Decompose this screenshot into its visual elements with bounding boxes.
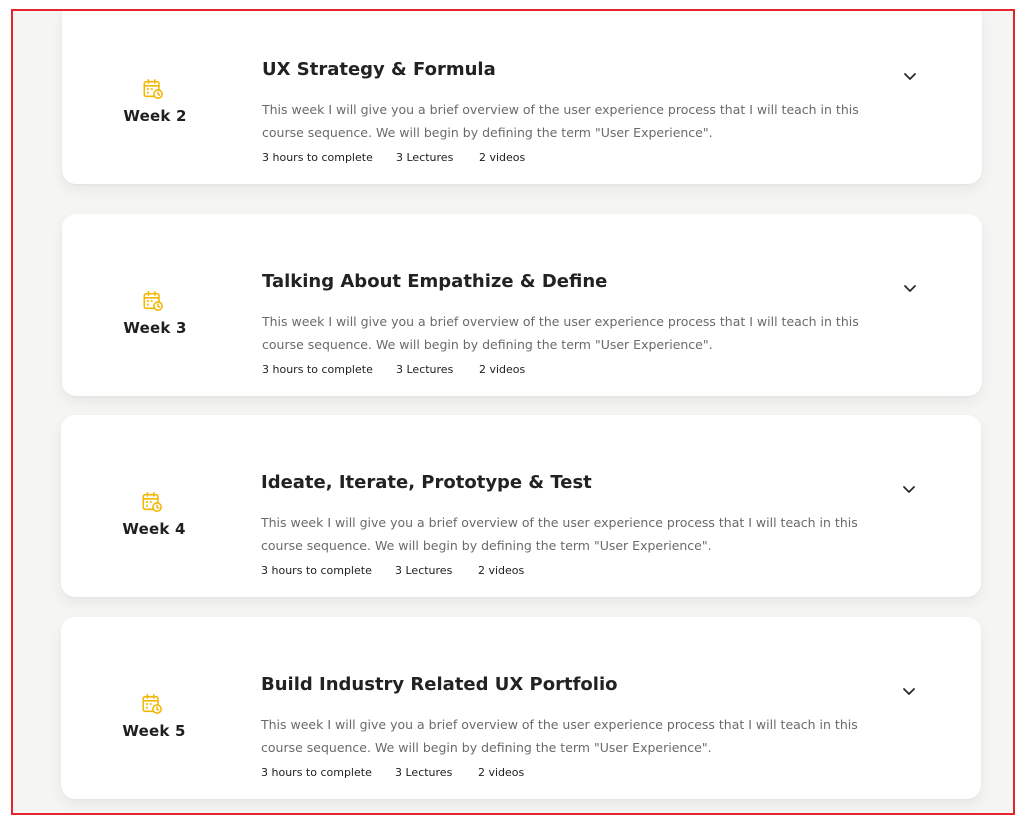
week-card[interactable]: Week 5 Build Industry Related UX Portfol… bbox=[61, 617, 981, 799]
week-card[interactable]: Week 3 Talking About Empathize & Define … bbox=[62, 214, 982, 396]
week-title: Talking About Empathize & Define bbox=[262, 271, 608, 292]
lecture-count: 3 Lectures bbox=[396, 151, 454, 164]
week-badge: Week 4 bbox=[61, 415, 247, 597]
week-card[interactable]: Week 4 Ideate, Iterate, Prototype & Test… bbox=[61, 415, 981, 597]
week-label: Week 4 bbox=[122, 520, 186, 538]
week-badge: Week 5 bbox=[61, 617, 247, 799]
hours-to-complete: 3 hours to complete bbox=[261, 564, 372, 577]
week-title: UX Strategy & Formula bbox=[262, 59, 496, 80]
week-description: This week I will give you a brief overvi… bbox=[262, 314, 859, 352]
week-label: Week 3 bbox=[123, 319, 187, 337]
week-title: Build Industry Related UX Portfolio bbox=[261, 674, 618, 695]
hours-to-complete: 3 hours to complete bbox=[262, 151, 373, 164]
video-count: 2 videos bbox=[478, 564, 525, 577]
hours-to-complete: 3 hours to complete bbox=[262, 363, 373, 376]
week-list: Week 2 UX Strategy & Formula This week I… bbox=[13, 11, 1013, 813]
week-badge: Week 2 bbox=[62, 11, 248, 184]
week-content: Talking About Empathize & Define This we… bbox=[262, 214, 902, 396]
calendar-clock-icon bbox=[142, 694, 162, 714]
video-count: 2 videos bbox=[478, 766, 525, 779]
week-label: Week 5 bbox=[122, 722, 186, 740]
lecture-count: 3 Lectures bbox=[395, 766, 453, 779]
week-content: UX Strategy & Formula This week I will g… bbox=[262, 11, 902, 184]
calendar-clock-icon bbox=[142, 492, 162, 512]
chevron-down-icon[interactable] bbox=[897, 679, 921, 703]
week-description: This week I will give you a brief overvi… bbox=[261, 717, 858, 755]
lecture-count: 3 Lectures bbox=[396, 363, 454, 376]
calendar-clock-icon bbox=[143, 291, 163, 311]
chevron-down-icon[interactable] bbox=[897, 477, 921, 501]
week-content: Build Industry Related UX Portfolio This… bbox=[261, 617, 901, 799]
week-title: Ideate, Iterate, Prototype & Test bbox=[261, 472, 592, 493]
week-card[interactable]: Week 2 UX Strategy & Formula This week I… bbox=[62, 11, 982, 184]
curriculum-frame: Week 2 UX Strategy & Formula This week I… bbox=[11, 9, 1015, 815]
video-count: 2 videos bbox=[479, 151, 526, 164]
chevron-down-icon[interactable] bbox=[898, 64, 922, 88]
hours-to-complete: 3 hours to complete bbox=[261, 766, 372, 779]
week-description: This week I will give you a brief overvi… bbox=[261, 515, 858, 553]
week-description: This week I will give you a brief overvi… bbox=[262, 102, 859, 140]
chevron-down-icon[interactable] bbox=[898, 276, 922, 300]
week-label: Week 2 bbox=[123, 107, 187, 125]
lecture-count: 3 Lectures bbox=[395, 564, 453, 577]
week-content: Ideate, Iterate, Prototype & Test This w… bbox=[261, 415, 901, 597]
calendar-clock-icon bbox=[143, 79, 163, 99]
week-badge: Week 3 bbox=[62, 214, 248, 396]
video-count: 2 videos bbox=[479, 363, 526, 376]
